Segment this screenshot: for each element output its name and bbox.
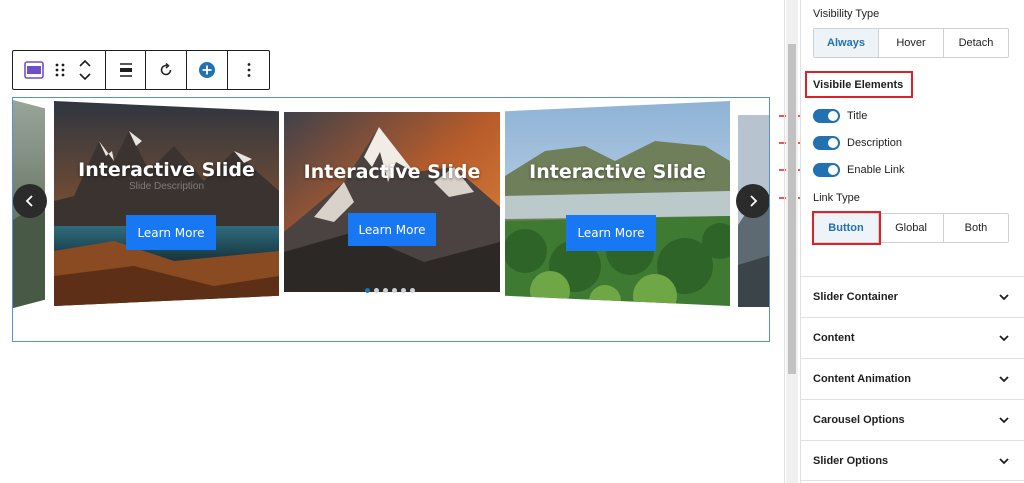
slide-image bbox=[54, 101, 279, 306]
pagination-dot[interactable] bbox=[410, 288, 415, 293]
sidebar-divider bbox=[784, 0, 785, 483]
toggle-label: Description bbox=[847, 137, 903, 149]
prev-slide-button[interactable] bbox=[13, 184, 47, 218]
visibility-always-option[interactable]: Always bbox=[814, 29, 879, 57]
pagination-dot[interactable] bbox=[374, 288, 379, 293]
toolbar-group-align bbox=[106, 51, 146, 89]
toggle-label: Enable Link bbox=[847, 164, 905, 176]
move-up-down-icon[interactable] bbox=[74, 51, 96, 89]
scrollbar-thumb[interactable] bbox=[788, 44, 796, 374]
link-type-both-option[interactable]: Both bbox=[944, 214, 1008, 242]
panel-title: Slider Container bbox=[813, 291, 898, 303]
learn-more-button[interactable]: Learn More bbox=[126, 215, 216, 250]
align-icon[interactable] bbox=[118, 51, 134, 89]
chevron-left-icon bbox=[25, 195, 33, 207]
panel-content-animation[interactable]: Content Animation bbox=[800, 358, 1024, 399]
panel-title: Carousel Options bbox=[813, 414, 905, 426]
panel-title: Slider Options bbox=[813, 454, 889, 467]
toggle-label: Title bbox=[847, 110, 868, 122]
title-toggle[interactable] bbox=[813, 109, 840, 123]
chevron-down-icon bbox=[999, 376, 1009, 383]
panel-content[interactable]: Content bbox=[800, 317, 1024, 358]
slide-2[interactable]: Interactive Slide Learn More bbox=[284, 112, 500, 292]
slide-1[interactable]: Interactive Slide Slide Description Lear… bbox=[54, 101, 279, 306]
toggle-row-enable-link: Enable Link bbox=[813, 163, 905, 177]
more-options-icon[interactable] bbox=[247, 51, 251, 89]
panel-title: Content bbox=[813, 332, 855, 344]
panel-slider-container[interactable]: Slider Container bbox=[800, 276, 1024, 317]
drag-handle-icon[interactable] bbox=[51, 51, 69, 89]
chevron-down-icon bbox=[999, 457, 1009, 464]
slider-block-icon[interactable] bbox=[22, 51, 46, 89]
learn-more-button[interactable]: Learn More bbox=[566, 215, 656, 251]
next-slide-button[interactable] bbox=[736, 184, 769, 218]
pagination-dot[interactable] bbox=[401, 288, 406, 293]
visible-elements-heading: Visibile Elements bbox=[813, 79, 904, 91]
learn-more-button[interactable]: Learn More bbox=[348, 213, 436, 246]
visibility-detach-option[interactable]: Detach bbox=[944, 29, 1008, 57]
pagination-dot[interactable] bbox=[365, 288, 370, 293]
toolbar-group-block bbox=[13, 51, 106, 89]
toggle-row-title: Title bbox=[813, 109, 867, 123]
visibility-hover-option[interactable]: Hover bbox=[879, 29, 944, 57]
toolbar-group-rotate bbox=[146, 51, 187, 89]
chevron-right-icon bbox=[750, 195, 758, 207]
slide-image bbox=[505, 101, 730, 306]
link-type-button-callout bbox=[812, 211, 881, 245]
panel-title: Content Animation bbox=[813, 373, 911, 385]
pagination-dot[interactable] bbox=[383, 288, 388, 293]
slide-description: Slide Description bbox=[128, 181, 205, 192]
slider-block[interactable]: Interactive Slide Slide Description Lear… bbox=[12, 97, 770, 342]
slide-title: Interactive Slide bbox=[303, 161, 481, 183]
enable-link-toggle[interactable] bbox=[813, 163, 840, 177]
chevron-down-icon bbox=[999, 417, 1009, 424]
pagination-dot[interactable] bbox=[392, 288, 397, 293]
rotate-icon[interactable] bbox=[158, 51, 174, 89]
panel-carousel-options[interactable]: Carousel Options bbox=[800, 399, 1024, 440]
link-type-label: Link Type bbox=[813, 192, 860, 204]
block-toolbar bbox=[12, 50, 270, 90]
slide-title: Interactive Slide bbox=[78, 159, 255, 181]
slide-3[interactable]: Interactive Slide Learn More bbox=[505, 101, 730, 306]
chevron-down-icon bbox=[999, 335, 1009, 342]
toolbar-group-more bbox=[228, 51, 269, 89]
plus-circle-icon[interactable] bbox=[198, 51, 216, 89]
toolbar-group-add bbox=[187, 51, 228, 89]
visibility-type-label: Visibility Type bbox=[813, 8, 880, 20]
visibility-type-control: Always Hover Detach bbox=[813, 28, 1009, 58]
toggle-row-description: Description bbox=[813, 136, 902, 150]
chevron-down-icon bbox=[999, 294, 1009, 301]
slide-image bbox=[284, 112, 500, 292]
sidebar-scrollbar[interactable] bbox=[786, 0, 798, 483]
pagination-dots bbox=[365, 288, 415, 293]
panel-slider-options[interactable]: Slider Options bbox=[800, 440, 1024, 481]
slide-title: Interactive Slide bbox=[529, 161, 706, 183]
link-type-global-option[interactable]: Global bbox=[879, 214, 944, 242]
description-toggle[interactable] bbox=[813, 136, 840, 150]
